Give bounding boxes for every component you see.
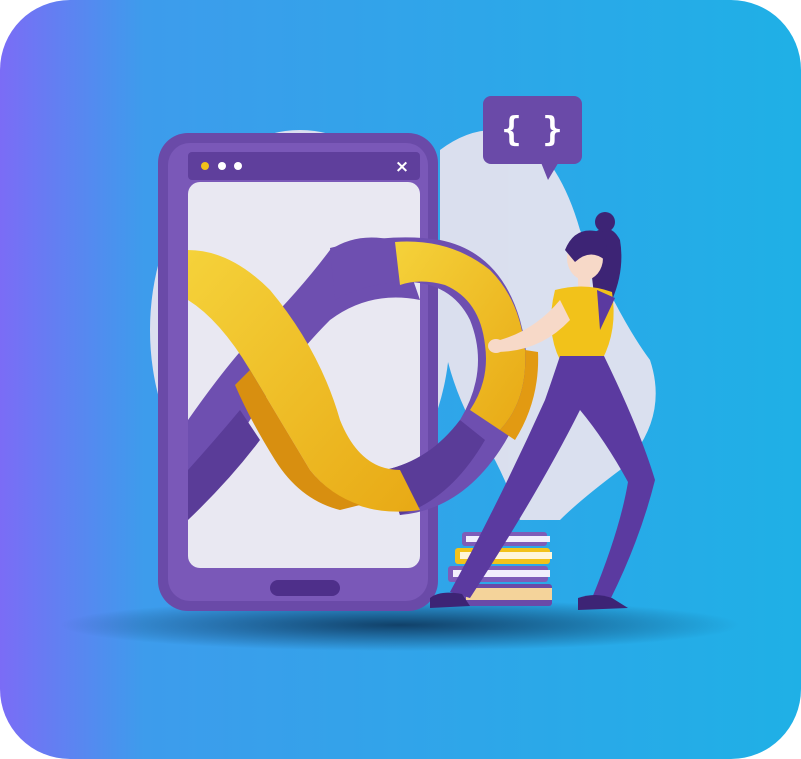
home-button bbox=[270, 580, 340, 596]
close-icon: × bbox=[395, 157, 409, 177]
hair-bun bbox=[595, 212, 615, 232]
window-dot-2 bbox=[234, 162, 242, 170]
window-dot-1 bbox=[218, 162, 226, 170]
illustration-canvas: { } × bbox=[0, 0, 801, 759]
code-bubble-text: { } bbox=[501, 110, 562, 150]
window-dot-yellow bbox=[201, 162, 209, 170]
